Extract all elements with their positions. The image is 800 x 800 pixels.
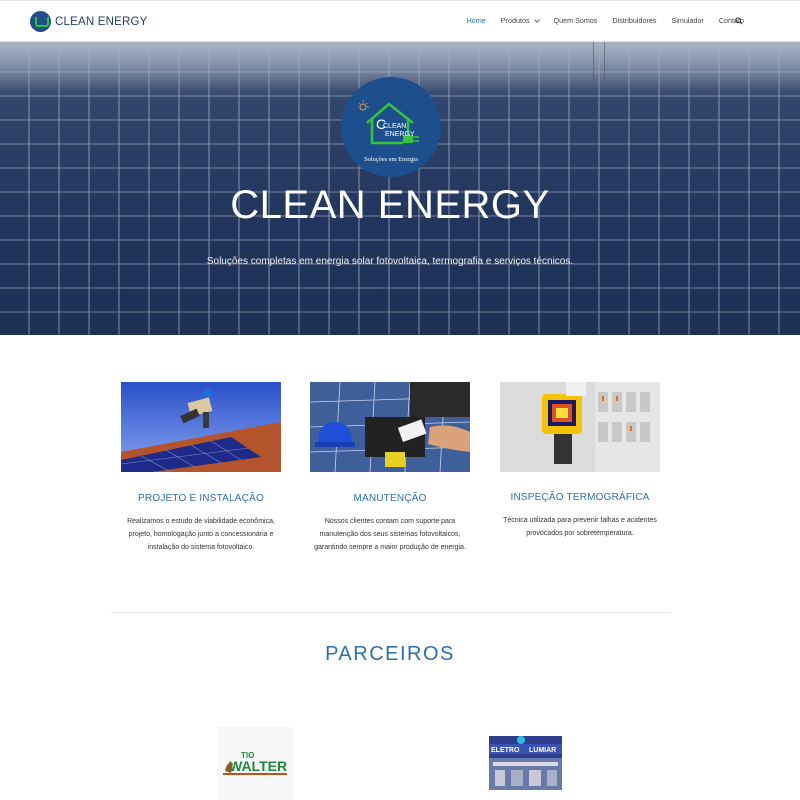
maintenance-tools-image	[309, 381, 471, 473]
brand-logo-icon	[30, 11, 51, 32]
logo-text-clean: CLEAN	[383, 123, 406, 130]
service-card-termografia: INSPEÇÃO TERMOGRÁFICA Técnica utilizada …	[499, 382, 661, 540]
partners-title: PARCEIROS	[325, 643, 455, 665]
search-icon[interactable]	[735, 17, 743, 25]
logo-tagline: Soluções em Energia	[364, 156, 418, 163]
service-text-manutencao: Nossos clientes contam com suporte para …	[314, 518, 466, 551]
nav-item-distribuidores[interactable]: Distribuidores	[613, 16, 657, 25]
hero-subtitle: Soluções completas em energia solar foto…	[206, 256, 574, 267]
site-header: CLEAN ENERGY Home Produtos Quem Somos Di…	[0, 0, 800, 42]
partner-logo-tio-walter[interactable]: TIO WALTER	[217, 727, 293, 800]
service-text-termografia: Técnica utilizada para prevenir falhas e…	[503, 517, 657, 537]
house-plug-icon: C CLEAN ENERGY	[359, 100, 419, 145]
nav-item-quem-somos[interactable]: Quem Somos	[554, 16, 598, 25]
section-divider	[111, 612, 671, 613]
thermal-camera-image	[500, 382, 660, 472]
tio-walter-logo-image: TIO WALTER	[223, 751, 287, 775]
service-card-projeto: PROJETO E INSTALAÇÃO Realizamos o estudo…	[120, 382, 282, 554]
hero-logo: C CLEAN ENERGY Soluções em Energia	[341, 77, 441, 177]
service-title-projeto: PROJETO E INSTALAÇÃO	[138, 493, 264, 504]
power-tower-graphic	[593, 42, 605, 82]
nav-item-produtos[interactable]: Produtos	[500, 16, 540, 25]
service-title-termografia: INSPEÇÃO TERMOGRÁFICA	[510, 492, 650, 503]
hero-title: CLEAN ENERGY	[230, 183, 550, 227]
service-card-manutencao: MANUTENÇÃO Nossos clientes contam com su…	[309, 381, 471, 554]
nav-item-home[interactable]: Home	[467, 16, 486, 25]
svg-text:ELETRO: ELETRO	[491, 747, 520, 754]
svg-text:WALTER: WALTER	[229, 758, 287, 774]
chevron-down-icon	[533, 16, 540, 23]
brand-link[interactable]: CLEAN ENERGY	[30, 11, 148, 32]
service-title-manutencao: MANUTENÇÃO	[353, 493, 427, 504]
service-text-projeto: Realizamos o estudo de viabilidade econô…	[127, 518, 275, 551]
main-nav: Home Produtos Quem Somos Distribuidores …	[452, 16, 744, 25]
hero-banner: C CLEAN ENERGY Soluções em Energia CLEAN…	[0, 42, 800, 335]
partner-logo-eletro-lumiar[interactable]: ELETRO LUMIAR	[489, 736, 562, 790]
nav-item-produtos-label: Produtos	[500, 16, 530, 25]
brand-name: CLEAN ENERGY	[55, 15, 148, 28]
logo-text-energy: ENERGY	[385, 131, 415, 138]
svg-text:LUMIAR: LUMIAR	[529, 747, 556, 754]
nav-item-simulador[interactable]: Simulador	[671, 16, 703, 25]
installer-on-roof-image	[120, 382, 281, 473]
eletro-lumiar-logo-image: ELETRO LUMIAR	[489, 736, 562, 790]
